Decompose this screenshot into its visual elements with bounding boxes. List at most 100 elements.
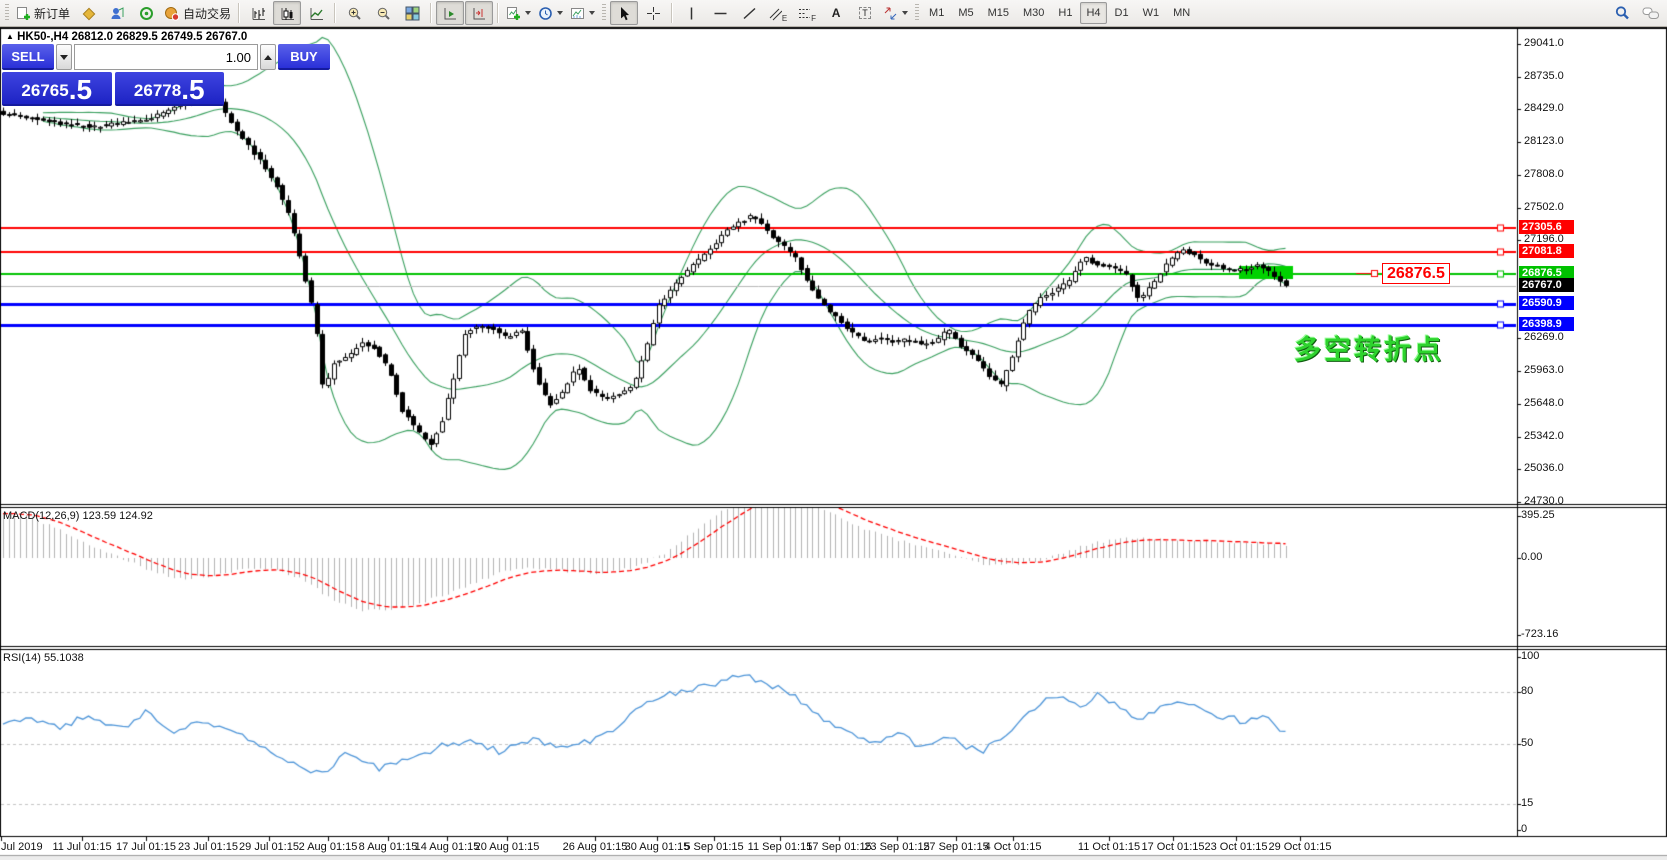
zoom-in-icon (347, 6, 362, 21)
volume-input[interactable] (74, 44, 258, 70)
fibonacci-f-glyph: F (811, 14, 816, 23)
templates-button[interactable] (567, 1, 598, 25)
separator (238, 3, 240, 23)
sell-price-fraction: .5 (69, 77, 92, 103)
arrow-down-icon (60, 55, 68, 60)
arrows-tool-button[interactable] (880, 1, 911, 25)
buy-price-display[interactable]: 26778 .5 (115, 72, 225, 106)
dropdown-caret-icon (557, 11, 563, 15)
toolbar-grip[interactable] (915, 4, 919, 22)
buy-price-fraction: .5 (181, 77, 204, 103)
line-chart-icon (309, 6, 324, 21)
chart-canvas[interactable] (0, 0, 1667, 860)
accounts-button[interactable] (103, 1, 131, 25)
price-callout-annotation[interactable]: 26876.5 (1382, 263, 1450, 284)
new-order-label: 新订单 (34, 5, 70, 22)
window-icon: ▲ (6, 32, 14, 41)
timeframe-button-D1[interactable]: D1 (1109, 2, 1135, 24)
autotrading-icon (164, 6, 180, 21)
new-order-icon (16, 6, 31, 21)
auto-scroll-button[interactable] (436, 1, 464, 25)
buy-button[interactable]: BUY (278, 44, 330, 70)
zoom-in-button[interactable] (340, 1, 368, 25)
search-icon (1614, 5, 1630, 21)
sell-price-main: 26765 (21, 79, 68, 103)
zoom-out-button[interactable] (369, 1, 397, 25)
sell-price-display[interactable]: 26765 .5 (2, 72, 112, 106)
dropdown-caret-icon (525, 11, 531, 15)
timeframe-button-M1[interactable]: M1 (923, 2, 950, 24)
toolbar-grip[interactable] (5, 4, 9, 22)
arrows-icon (883, 6, 898, 21)
line-chart-button[interactable] (302, 1, 330, 25)
market-watch-icon (81, 6, 96, 21)
bar-chart-icon (251, 6, 266, 21)
turning-point-annotation[interactable]: 多空转折点 (1294, 328, 1444, 367)
toolbar-grip[interactable] (602, 4, 606, 22)
chart-shift-button[interactable] (465, 1, 493, 25)
accounts-icon (110, 6, 125, 21)
timeframe-button-M5[interactable]: M5 (952, 2, 979, 24)
text-label-icon: T (859, 7, 871, 19)
macd-indicator-label: MACD(12,26,9) 123.59 124.92 (3, 510, 153, 522)
templates-icon (570, 6, 585, 21)
chat-icon (1642, 6, 1660, 21)
horizontal-line-icon (713, 6, 728, 21)
signals-button[interactable] (132, 1, 160, 25)
timeframe-button-H1[interactable]: H1 (1052, 2, 1078, 24)
indicators-button[interactable] (503, 1, 534, 25)
chart-symbol-period: HK50-,H4 (17, 31, 68, 43)
tile-windows-icon (405, 6, 420, 21)
dropdown-caret-icon (589, 11, 595, 15)
mt4-window: 新订单 自动交易 (0, 0, 1667, 860)
text-tool-icon: A (832, 6, 841, 20)
chart-ohlc-values: 26812.0 26829.5 26749.5 26767.0 (71, 31, 247, 43)
crosshair-button[interactable] (639, 1, 667, 25)
separator (497, 3, 499, 23)
cursor-icon (617, 6, 632, 21)
chat-button[interactable] (1637, 1, 1665, 25)
market-watch-button[interactable] (74, 1, 102, 25)
periods-icon (538, 6, 553, 21)
one-click-trading-panel: SELL BUY 26765 .5 26778 .5 (2, 44, 224, 106)
periods-button[interactable] (535, 1, 566, 25)
timeframe-group: M1M5M15M30H1H4D1W1MN (923, 2, 1196, 24)
zoom-out-icon (376, 6, 391, 21)
rsi-indicator-label: RSI(14) 55.1038 (3, 652, 84, 664)
timeframe-button-W1[interactable]: W1 (1137, 2, 1166, 24)
search-button[interactable] (1608, 1, 1636, 25)
separator (430, 3, 432, 23)
volume-increase-button[interactable] (260, 44, 276, 70)
autotrading-label: 自动交易 (183, 5, 231, 22)
trendline-icon (742, 6, 757, 21)
trendline-tool-button[interactable] (735, 1, 763, 25)
timeframe-button-H4[interactable]: H4 (1080, 2, 1106, 24)
new-order-button[interactable]: 新订单 (13, 1, 73, 25)
vertical-line-tool-button[interactable] (677, 1, 705, 25)
vertical-line-icon (684, 6, 699, 21)
crosshair-icon (646, 6, 661, 21)
text-label-tool-button[interactable]: T (851, 1, 879, 25)
timeframe-button-M15[interactable]: M15 (982, 2, 1015, 24)
bar-chart-button[interactable] (244, 1, 272, 25)
fibonacci-tool-button[interactable]: F (793, 1, 821, 25)
timeframe-button-MN[interactable]: MN (1167, 2, 1196, 24)
volume-decrease-button[interactable] (56, 44, 72, 70)
indicators-icon (506, 6, 521, 21)
separator (334, 3, 336, 23)
arrow-up-icon (264, 55, 272, 60)
equidistant-channel-tool-button[interactable]: E (764, 1, 792, 25)
text-tool-button[interactable]: A (822, 1, 850, 25)
candlestick-chart-button[interactable] (273, 1, 301, 25)
candlestick-chart-icon (280, 6, 295, 21)
sell-button[interactable]: SELL (2, 44, 54, 70)
horizontal-line-tool-button[interactable] (706, 1, 734, 25)
chart-shift-icon (472, 6, 487, 21)
chart-title: ▲ HK50-,H4 26812.0 26829.5 26749.5 26767… (6, 31, 247, 43)
tile-windows-button[interactable] (398, 1, 426, 25)
separator (671, 3, 673, 23)
cursor-button[interactable] (610, 1, 638, 25)
autotrading-button[interactable]: 自动交易 (161, 1, 234, 25)
buy-price-main: 26778 (134, 79, 181, 103)
timeframe-button-M30[interactable]: M30 (1017, 2, 1050, 24)
